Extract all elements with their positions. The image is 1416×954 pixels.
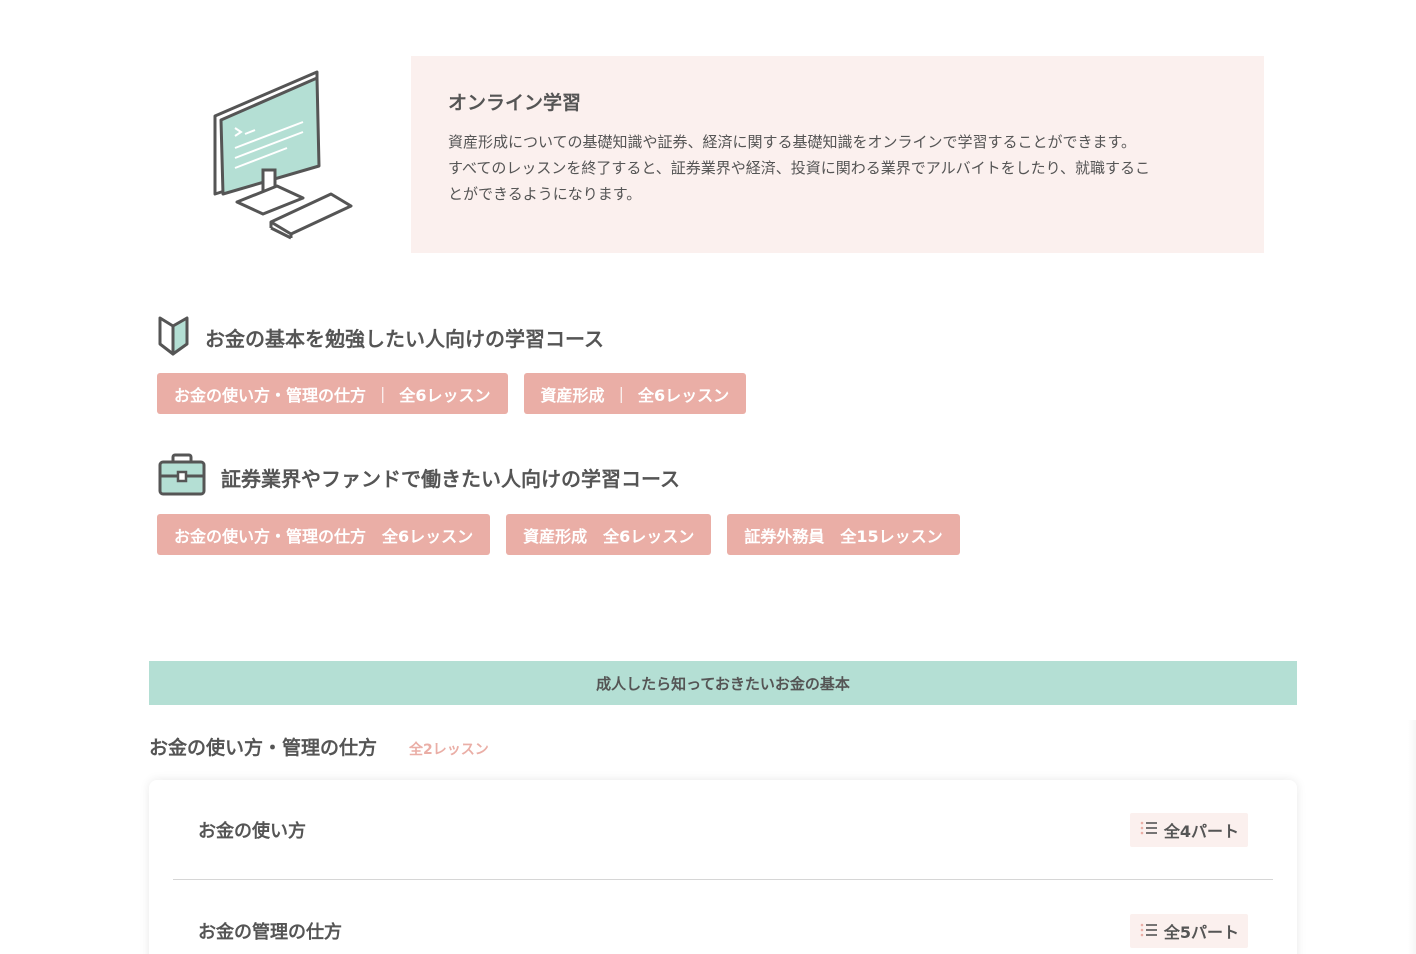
course-chip-money-usage[interactable]: お金の使い方・管理の仕方 全6レッスン [157, 514, 491, 555]
course-title: 証券業界やファンドで働きたい人向けの学習コース [221, 466, 680, 491]
beginner-leaf-icon [157, 312, 191, 362]
course-title: お金の基本を勉強したい人向けの学習コース [205, 326, 604, 351]
intro-description: 資産形成についての基礎知識や証券、経済に関する基礎知識をオンラインで学習すること… [448, 129, 1218, 207]
chip-name: 証券外務員 [744, 526, 825, 546]
intro-panel: オンライン学習 資産形成についての基礎知識や証券、経済に関する基礎知識をオンライ… [411, 56, 1264, 253]
lesson-item[interactable]: お金の管理の仕方 全5パート [173, 881, 1273, 954]
section-title: 成人したら知っておきたいお金の基本 [596, 674, 850, 693]
course-chips-securities: お金の使い方・管理の仕方 全6レッスン 資産形成 全6レッスン 証券外務員 全1… [157, 514, 960, 555]
course-chips-basics: お金の使い方・管理の仕方 | 全6レッスン 資産形成 | 全6レッスン [157, 373, 747, 414]
briefcase-icon [157, 452, 207, 502]
chip-separator: | [380, 384, 386, 403]
course-chip-securities-sales[interactable]: 証券外務員 全15レッスン [727, 514, 960, 555]
course-heading-securities: 証券業界やファンドで働きたい人向けの学習コース [157, 452, 680, 502]
lesson-group-count: 全2レッスン [409, 742, 489, 758]
part-count-badge: 全5パート [1129, 914, 1248, 948]
part-count: 全5パート [1163, 923, 1239, 942]
lesson-list-card: お金の使い方 全4パート お金の管理の仕方 全5パート [149, 780, 1297, 954]
list-icon [1140, 922, 1158, 941]
course-chip-money-usage[interactable]: お金の使い方・管理の仕方 | 全6レッスン [157, 373, 508, 414]
scroll-edge-shadow [1408, 720, 1416, 954]
chip-name: 資産形成 [523, 526, 588, 546]
course-chip-asset-building[interactable]: 資産形成 全6レッスン [506, 514, 712, 555]
part-count-badge: 全4パート [1129, 812, 1248, 847]
chip-name: 資産形成 [540, 385, 605, 405]
chip-count: 全6レッスン [603, 526, 695, 546]
intro-line: とができるようになります。 [448, 185, 642, 203]
chip-count: 全6レッスン [382, 526, 474, 546]
chip-count: 全6レッスン [399, 385, 491, 405]
lesson-name: お金の使い方 [198, 820, 306, 842]
course-chip-asset-building[interactable]: 資産形成 | 全6レッスン [523, 373, 747, 414]
intro-line: すべてのレッスンを終了すると、証券業界や経済、投資に関わる業界でアルバイトをした… [448, 159, 1151, 177]
lesson-item[interactable]: お金の使い方 全4パート [173, 780, 1273, 880]
part-count: 全4パート [1163, 821, 1239, 841]
lesson-name: お金の管理の仕方 [198, 922, 342, 943]
chip-count: 全6レッスン [637, 385, 730, 405]
course-heading-basics: お金の基本を勉強したい人向けの学習コース [157, 312, 604, 362]
chip-name: お金の使い方・管理の仕方 [174, 385, 367, 405]
chip-count: 全15レッスン [840, 526, 943, 546]
lesson-group-heading: お金の使い方・管理の仕方 全2レッスン [149, 733, 489, 760]
chip-separator: | [618, 384, 624, 403]
list-icon [1140, 820, 1158, 839]
intro-title: オンライン学習 [448, 92, 582, 114]
computer-illustration-icon [205, 66, 360, 246]
intro-line: 資産形成についての基礎知識や証券、経済に関する基礎知識をオンラインで学習すること… [448, 133, 1137, 151]
lesson-group-title: お金の使い方・管理の仕方 [149, 737, 378, 759]
section-title-bar: 成人したら知っておきたいお金の基本 [149, 661, 1297, 705]
chip-name: お金の使い方・管理の仕方 [174, 526, 367, 546]
